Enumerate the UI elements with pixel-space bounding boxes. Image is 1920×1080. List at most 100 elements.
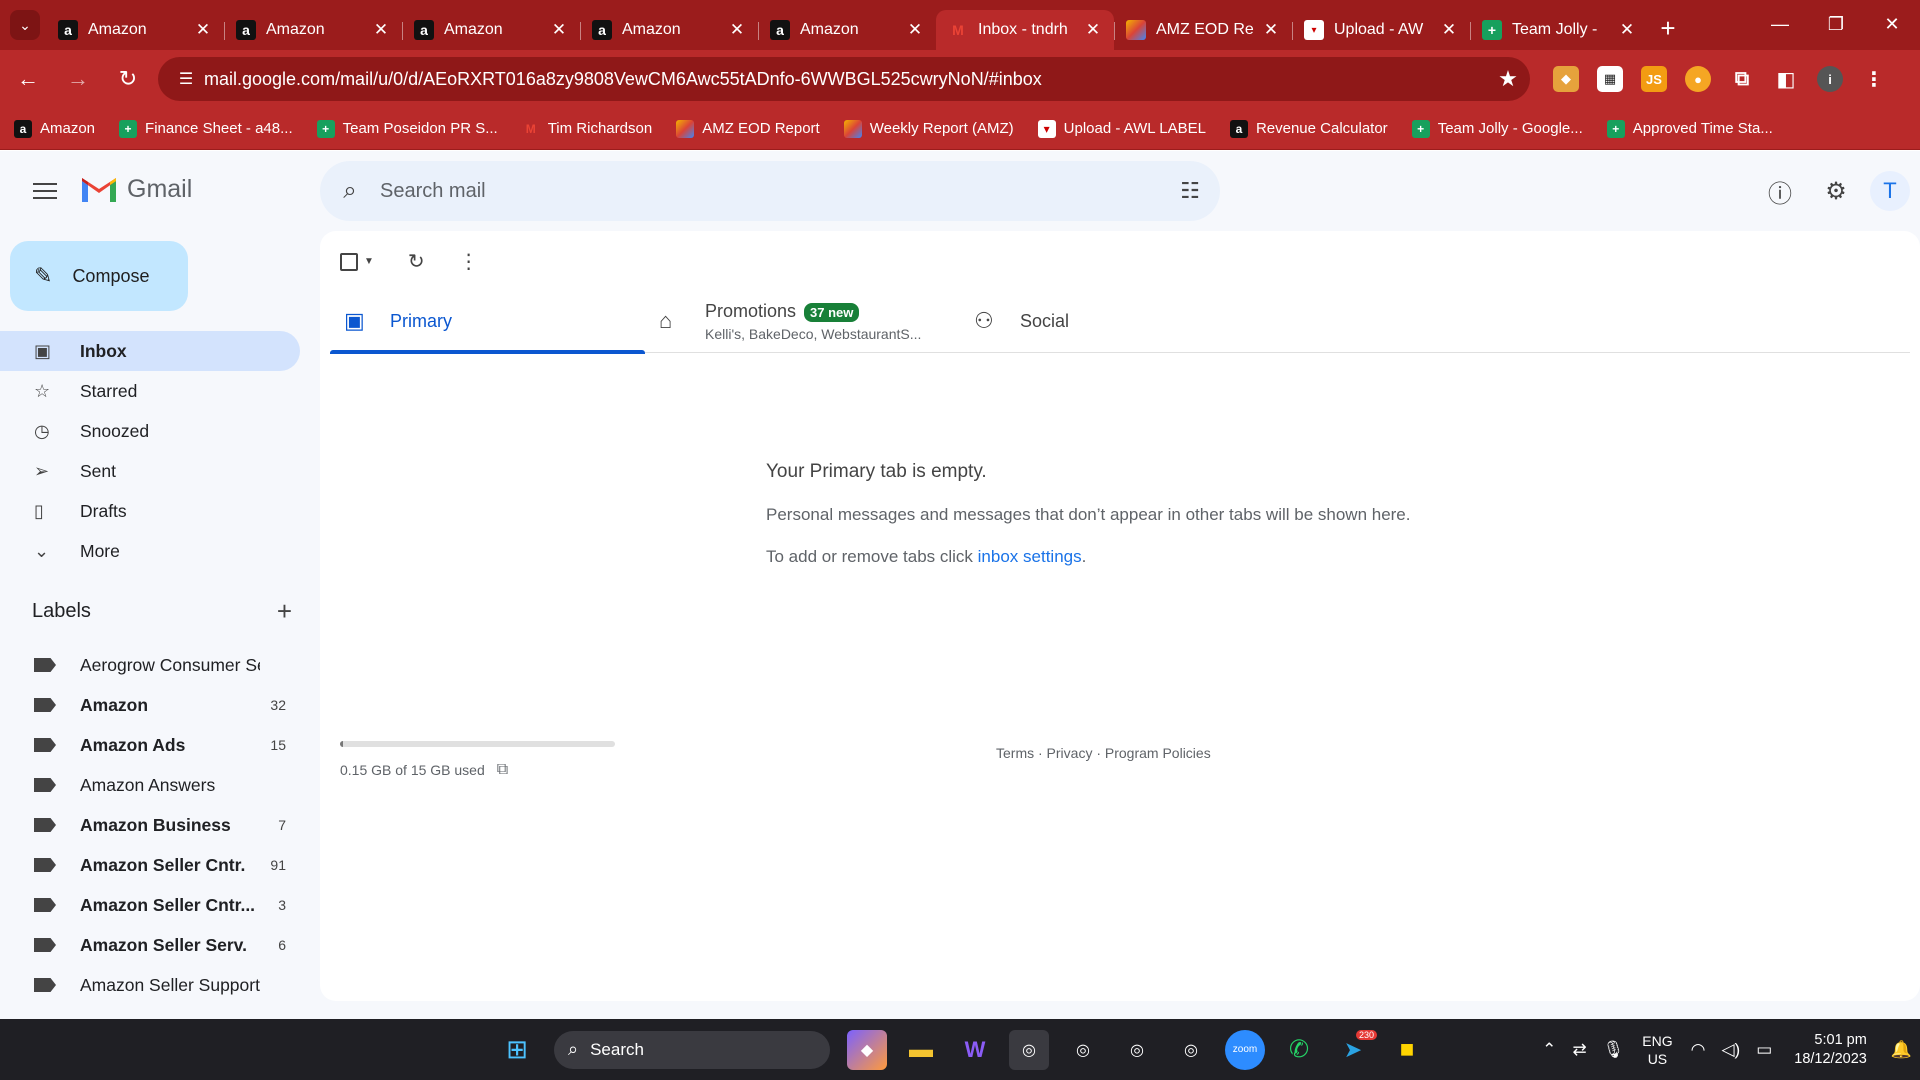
nav-item-inbox[interactable]: ▣ Inbox bbox=[0, 331, 300, 371]
restore-button[interactable]: ❐ bbox=[1808, 0, 1864, 48]
close-tab-icon[interactable]: ✕ bbox=[1262, 20, 1280, 40]
bookmark-item[interactable]: M Tim Richardson bbox=[522, 120, 652, 138]
browser-tab[interactable]: a Amazon ✕ bbox=[46, 10, 224, 50]
bookmark-item[interactable]: a Revenue Calculator bbox=[1229, 119, 1388, 138]
label-item[interactable]: Amazon Seller Cntr. 91 bbox=[0, 845, 300, 885]
bookmark-item[interactable]: AMZ EOD Report bbox=[676, 119, 820, 138]
puzzle-icon[interactable]: ⧉ bbox=[1729, 66, 1755, 92]
nav-item-snoozed[interactable]: ◷ Snoozed bbox=[0, 411, 300, 451]
close-tab-icon[interactable]: ✕ bbox=[1618, 20, 1636, 40]
main-menu-icon[interactable] bbox=[24, 173, 66, 209]
close-tab-icon[interactable]: ✕ bbox=[1084, 20, 1102, 40]
extension-icon[interactable]: ◆ bbox=[1553, 66, 1579, 92]
notification-bell-icon[interactable]: 🔔 bbox=[1891, 1040, 1912, 1060]
color-extension-icon[interactable]: ● bbox=[1685, 66, 1711, 92]
more-options-icon[interactable]: ⋮ bbox=[459, 249, 479, 274]
nav-item-starred[interactable]: ☆ Starred bbox=[0, 371, 300, 411]
chrome-profile-3-icon[interactable]: ◎ bbox=[1171, 1030, 1211, 1070]
label-item[interactable]: Amazon Ads 15 bbox=[0, 725, 300, 765]
browser-tab[interactable]: AMZ EOD Re ✕ bbox=[1114, 10, 1292, 50]
browser-tab[interactable]: a Amazon ✕ bbox=[402, 10, 580, 50]
browser-tab[interactable]: a Amazon ✕ bbox=[758, 10, 936, 50]
label-item[interactable]: Amazon 32 bbox=[0, 685, 300, 725]
volume-icon[interactable]: ◁) bbox=[1721, 1040, 1740, 1060]
compose-button[interactable]: ✎ Compose bbox=[10, 241, 188, 311]
windows-start-icon[interactable]: ⊞ bbox=[497, 1030, 537, 1070]
chrome-icon[interactable]: ◎ bbox=[1009, 1029, 1049, 1070]
network-settings-icon[interactable]: ⇄ bbox=[1572, 1040, 1586, 1060]
close-tab-icon[interactable]: ✕ bbox=[1440, 20, 1458, 40]
label-item[interactable]: Amazon Seller Support bbox=[0, 965, 300, 1005]
sticky-notes-icon[interactable]: ■ bbox=[1387, 1030, 1427, 1070]
tab-promotions[interactable]: ⌂ Promotions 37 new Kelli's, BakeDeco, We… bbox=[645, 289, 960, 353]
battery-icon[interactable]: ▭ bbox=[1756, 1040, 1772, 1060]
label-item[interactable]: Amazon Seller Cntr... 3 bbox=[0, 885, 300, 925]
create-label-plus-icon[interactable]: + bbox=[277, 596, 292, 627]
close-window-button[interactable]: ✕ bbox=[1864, 0, 1920, 48]
whatsapp-icon[interactable]: ✆ bbox=[1279, 1030, 1319, 1070]
new-tab-button[interactable]: + bbox=[1648, 13, 1688, 44]
account-avatar[interactable]: T bbox=[1870, 171, 1910, 211]
file-explorer-icon[interactable]: ▬ bbox=[901, 1030, 941, 1070]
label-item[interactable]: Amazon Seller Serv. 6 bbox=[0, 925, 300, 965]
bookmark-item[interactable]: + Team Jolly - Google... bbox=[1411, 119, 1583, 138]
js-extension-icon[interactable]: JS bbox=[1641, 66, 1667, 92]
reload-button[interactable]: ↻ bbox=[106, 57, 150, 101]
select-dropdown-icon[interactable]: ▼ bbox=[364, 256, 374, 267]
select-all-checkbox[interactable] bbox=[340, 252, 358, 271]
close-tab-icon[interactable]: ✕ bbox=[194, 20, 212, 40]
language-indicator[interactable]: ENG US bbox=[1642, 1032, 1672, 1068]
side-panel-icon[interactable]: ◧ bbox=[1773, 66, 1799, 92]
search-icon[interactable]: ⌕ bbox=[320, 177, 380, 205]
copilot-icon[interactable]: ◆ bbox=[847, 1029, 887, 1070]
bookmark-item[interactable]: + Approved Time Sta... bbox=[1606, 119, 1773, 138]
tab-search-button[interactable]: ⌄ bbox=[10, 10, 40, 40]
browser-tab[interactable]: a Amazon ✕ bbox=[580, 10, 758, 50]
address-bar[interactable]: ☰ mail.google.com/mail/u/0/d/AEoRXRT016a… bbox=[158, 57, 1530, 101]
label-item[interactable]: Amazon Business 7 bbox=[0, 805, 300, 845]
bookmark-item[interactable]: a Amazon bbox=[14, 119, 95, 138]
chrome-profile-2-icon[interactable]: ◎ bbox=[1117, 1030, 1157, 1070]
tab-primary[interactable]: ▣ Primary bbox=[330, 289, 645, 354]
nav-item-sent[interactable]: ➢ Sent bbox=[0, 451, 300, 491]
qr-extension-icon[interactable]: ▦ bbox=[1597, 66, 1623, 92]
minimize-button[interactable]: — bbox=[1752, 0, 1808, 48]
nav-item-more[interactable]: ⌄ More bbox=[0, 531, 300, 571]
browser-tab[interactable]: + Team Jolly - ✕ bbox=[1470, 10, 1648, 50]
label-item[interactable]: Amazon Answers bbox=[0, 765, 300, 805]
microphone-icon[interactable]: 🎙 bbox=[1603, 1040, 1625, 1060]
site-info-icon[interactable]: ☰ bbox=[168, 69, 204, 89]
forward-button[interactable]: → bbox=[56, 57, 100, 101]
browser-tab[interactable]: a Amazon ✕ bbox=[224, 10, 402, 50]
footer-links[interactable]: Terms · Privacy · Program Policies bbox=[996, 745, 1211, 761]
tab-social[interactable]: ⚇ Social bbox=[960, 289, 1275, 353]
telegram-icon[interactable]: ➤ 230 bbox=[1333, 1029, 1377, 1070]
search-input[interactable] bbox=[380, 179, 1160, 203]
clock[interactable]: 5:01 pm 18/12/2023 bbox=[1794, 1031, 1867, 1069]
bookmark-star-icon[interactable]: ★ bbox=[1486, 66, 1530, 92]
nav-item-drafts[interactable]: ▯ Drafts bbox=[0, 491, 300, 531]
open-external-icon[interactable]: ⧉ bbox=[497, 761, 508, 779]
bookmark-item[interactable]: + Team Poseidon PR S... bbox=[316, 119, 498, 138]
back-button[interactable]: ← bbox=[6, 57, 50, 101]
url-text[interactable]: mail.google.com/mail/u/0/d/AEoRXRT016a8z… bbox=[204, 69, 1486, 90]
label-item[interactable]: Aerogrow Consumer Se... bbox=[0, 645, 300, 685]
menu-icon[interactable]: ⋮ bbox=[1861, 66, 1887, 92]
close-tab-icon[interactable]: ✕ bbox=[728, 20, 746, 40]
taskbar-search[interactable]: ⌕ Search bbox=[554, 1030, 830, 1069]
close-tab-icon[interactable]: ✕ bbox=[372, 20, 390, 40]
app-w-icon[interactable]: W bbox=[955, 1030, 995, 1070]
profile-icon[interactable]: i bbox=[1817, 66, 1843, 92]
close-tab-icon[interactable]: ✕ bbox=[906, 20, 924, 40]
help-icon[interactable]: ⓘ bbox=[1756, 167, 1804, 215]
search-options-icon[interactable]: ☷ bbox=[1160, 178, 1220, 204]
wifi-icon[interactable]: ◠ bbox=[1691, 1040, 1706, 1060]
refresh-icon[interactable]: ↻ bbox=[408, 249, 425, 274]
close-tab-icon[interactable]: ✕ bbox=[550, 20, 568, 40]
inbox-settings-link[interactable]: inbox settings bbox=[978, 547, 1082, 566]
bookmark-item[interactable]: ▾ Upload - AWL LABEL bbox=[1037, 119, 1206, 138]
show-hidden-icons[interactable]: ⌃ bbox=[1542, 1040, 1556, 1060]
bookmark-item[interactable]: + Finance Sheet - a48... bbox=[119, 119, 293, 138]
bookmark-item[interactable]: Weekly Report (AMZ) bbox=[843, 119, 1014, 138]
zoom-icon[interactable]: zoom bbox=[1225, 1029, 1265, 1070]
